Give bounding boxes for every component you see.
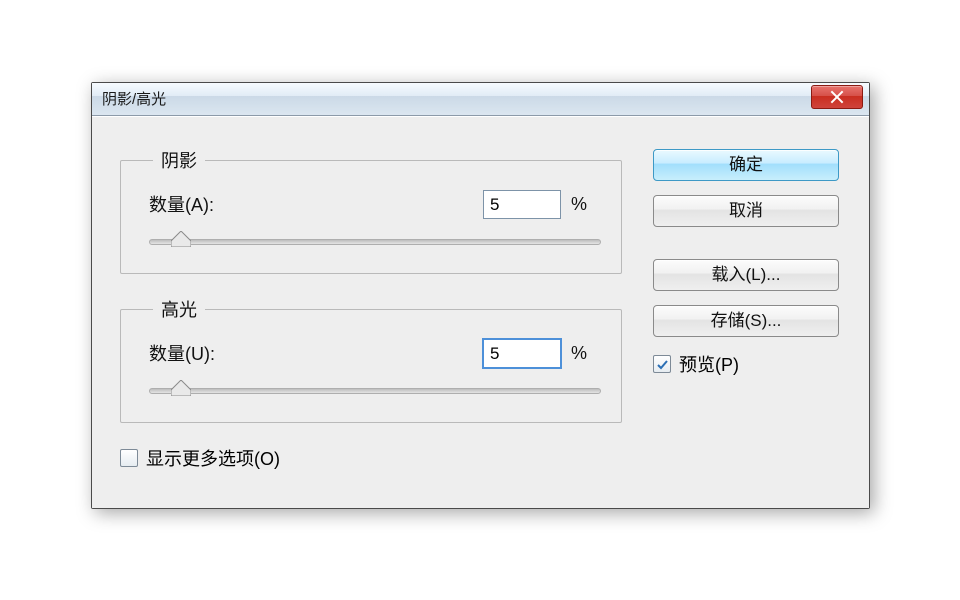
show-more-label: 显示更多选项(O) (146, 445, 280, 471)
shadows-amount-slider[interactable] (149, 233, 601, 251)
highlights-amount-unit: % (571, 343, 601, 364)
shadows-group: 阴影 数量(A): 5 % (120, 147, 622, 274)
slider-thumb-icon[interactable] (171, 231, 191, 247)
highlights-group: 高光 数量(U): 5 % (120, 296, 622, 423)
dialog-client-area: 阴影 数量(A): 5 % 高光 数量(U): 5 (92, 116, 869, 508)
save-button[interactable]: 存储(S)... (653, 305, 839, 337)
close-icon (830, 90, 844, 104)
titlebar-text: 阴影/高光 (92, 83, 166, 115)
shadows-amount-unit: % (571, 194, 601, 215)
cancel-button[interactable]: 取消 (653, 195, 839, 227)
load-button[interactable]: 载入(L)... (653, 259, 839, 291)
preview-label: 预览(P) (679, 351, 739, 377)
highlights-amount-label: 数量(U): (149, 340, 473, 366)
show-more-row: 显示更多选项(O) (120, 445, 622, 471)
highlights-legend: 高光 (153, 296, 205, 322)
shadows-amount-input[interactable]: 5 (483, 190, 561, 219)
shadows-legend: 阴影 (153, 147, 205, 173)
shadows-amount-row: 数量(A): 5 % (149, 187, 601, 221)
slider-thumb-icon[interactable] (171, 380, 191, 396)
preview-row: 预览(P) (653, 351, 839, 377)
highlights-amount-slider[interactable] (149, 382, 601, 400)
close-button[interactable] (811, 85, 863, 109)
check-icon (656, 358, 669, 371)
right-column: 确定 取消 载入(L)... 存储(S)... 预览(P) (653, 149, 839, 377)
shadows-highlights-dialog: 阴影/高光 阴影 数量(A): 5 % (91, 82, 870, 509)
highlights-amount-input[interactable]: 5 (483, 339, 561, 368)
left-column: 阴影 数量(A): 5 % 高光 数量(U): 5 (120, 147, 622, 471)
shadows-amount-label: 数量(A): (149, 191, 473, 217)
ok-button[interactable]: 确定 (653, 149, 839, 181)
show-more-checkbox[interactable] (120, 449, 138, 467)
slider-track (149, 239, 601, 245)
preview-checkbox[interactable] (653, 355, 671, 373)
slider-track (149, 388, 601, 394)
highlights-amount-row: 数量(U): 5 % (149, 336, 601, 370)
titlebar[interactable]: 阴影/高光 (92, 83, 869, 116)
